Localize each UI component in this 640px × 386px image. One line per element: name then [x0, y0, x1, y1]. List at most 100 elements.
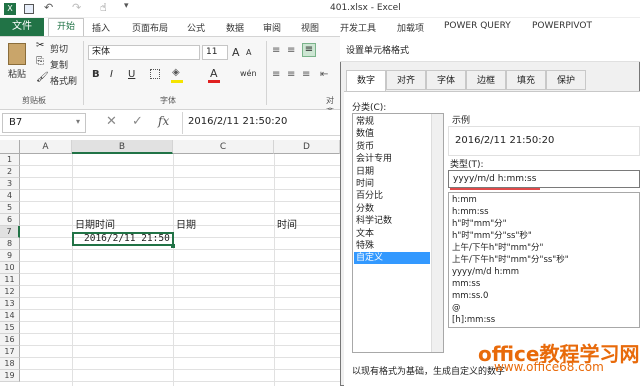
align-left-icon[interactable]: ≡ [272, 69, 280, 80]
insert-function-icon[interactable]: fx [158, 114, 169, 128]
tab-review[interactable]: 审阅 [263, 21, 281, 34]
enter-icon[interactable]: ✓ [132, 114, 143, 129]
decrease-indent-icon[interactable]: ⇤ [320, 69, 328, 80]
cell-b6[interactable]: 日期时间 [75, 220, 115, 232]
type-list-item[interactable]: h:mm [452, 194, 477, 206]
type-list-item[interactable]: 上午/下午h"时"mm"分" [452, 242, 543, 254]
phonetic-button[interactable]: wén [240, 69, 257, 78]
font-color-icon[interactable]: A [210, 67, 218, 80]
fill-handle[interactable] [171, 244, 175, 248]
cancel-icon[interactable]: ✕ [106, 114, 117, 129]
tab-data[interactable]: 数据 [226, 21, 244, 34]
row-header-8[interactable]: 8 [0, 238, 20, 250]
copy-button[interactable]: 复制 [50, 58, 68, 71]
tab-power-query[interactable]: POWER QUERY [444, 21, 511, 31]
category-item[interactable]: 时间 [354, 178, 430, 190]
paste-icon[interactable] [8, 43, 26, 65]
row-header-2[interactable]: 2 [0, 166, 20, 178]
type-list-item[interactable]: [h]:mm:ss [452, 314, 495, 326]
cell-d6[interactable]: 时间 [277, 220, 297, 232]
type-list-item[interactable]: mm:ss [452, 278, 480, 290]
undo-icon[interactable]: ↶ [44, 1, 53, 14]
row-header-3[interactable]: 3 [0, 178, 20, 190]
tab-protection[interactable]: 保护 [546, 70, 586, 90]
row-header-16[interactable]: 16 [0, 334, 20, 346]
formula-input[interactable]: 2016/2/11 21:50:20 [186, 113, 346, 133]
column-header-b[interactable]: B [72, 140, 173, 154]
row-header-13[interactable]: 13 [0, 298, 20, 310]
customize-icon[interactable]: ▾ [124, 1, 129, 11]
column-header-c[interactable]: C [173, 140, 274, 154]
row-header-15[interactable]: 15 [0, 322, 20, 334]
row-header-19[interactable]: 19 [0, 370, 20, 382]
fill-color-icon[interactable]: ◈ [172, 67, 180, 78]
tab-fill[interactable]: 填充 [506, 70, 546, 90]
border-icon[interactable] [150, 69, 160, 79]
row-header-12[interactable]: 12 [0, 286, 20, 298]
category-item[interactable]: 科学记数 [354, 215, 430, 227]
tab-font[interactable]: 字体 [426, 70, 466, 90]
category-item[interactable]: 百分比 [354, 190, 430, 202]
category-item[interactable]: 日期 [354, 166, 430, 178]
type-input[interactable]: yyyy/m/d h:mm:ss [448, 170, 640, 188]
align-middle-icon[interactable]: ≡ [287, 45, 295, 56]
tab-home[interactable]: 开始 [48, 18, 84, 36]
tab-alignment[interactable]: 对齐 [386, 70, 426, 90]
category-scrollbar[interactable] [431, 114, 443, 352]
name-box[interactable]: B7 [2, 113, 86, 133]
italic-button[interactable]: I [110, 69, 113, 80]
tab-developer[interactable]: 开发工具 [340, 21, 376, 34]
row-header-10[interactable]: 10 [0, 262, 20, 274]
tab-addins[interactable]: 加载项 [397, 21, 424, 34]
touch-icon[interactable]: ☝ [100, 1, 107, 14]
underline-button[interactable]: U [128, 69, 135, 80]
align-right-icon[interactable]: ≡ [302, 69, 310, 80]
row-header-7[interactable]: 7 [0, 226, 20, 238]
category-item[interactable]: 常规 [354, 116, 430, 128]
tab-file[interactable]: 文件 [0, 18, 44, 36]
row-header-14[interactable]: 14 [0, 310, 20, 322]
category-item[interactable]: 货币 [354, 141, 430, 153]
category-item[interactable]: 特殊 [354, 240, 430, 252]
type-list-item[interactable]: h:mm:ss [452, 206, 489, 218]
align-center-icon[interactable]: ≡ [287, 69, 295, 80]
type-list-item[interactable]: @ [452, 302, 461, 314]
tab-view[interactable]: 视图 [301, 21, 319, 34]
cut-button[interactable]: 剪切 [50, 42, 68, 55]
category-item[interactable]: 数值 [354, 128, 430, 140]
tab-page-layout[interactable]: 页面布局 [132, 21, 168, 34]
category-item[interactable]: 分数 [354, 203, 430, 215]
tab-insert[interactable]: 插入 [92, 21, 110, 34]
tab-formulas[interactable]: 公式 [187, 21, 205, 34]
type-list-item[interactable]: h"时"mm"分"ss"秒" [452, 230, 532, 242]
cell-c6[interactable]: 日期 [176, 220, 196, 232]
type-list-item[interactable]: h"时"mm"分" [452, 218, 507, 230]
row-header-18[interactable]: 18 [0, 358, 20, 370]
type-list-item[interactable]: mm:ss.0 [452, 290, 488, 302]
row-header-4[interactable]: 4 [0, 190, 20, 202]
align-top-icon[interactable]: ≡ [272, 45, 280, 56]
align-bottom-icon[interactable]: ≡ [302, 43, 316, 57]
type-list-item[interactable]: yyyy/m/d h:mm [452, 266, 519, 278]
font-grow-button[interactable]: A [232, 46, 240, 59]
save-icon[interactable] [24, 4, 34, 14]
column-header-a[interactable]: A [20, 140, 72, 154]
redo-icon[interactable]: ↷ [72, 1, 81, 14]
format-painter-button[interactable]: 格式刷 [50, 74, 77, 87]
tab-border[interactable]: 边框 [466, 70, 506, 90]
tab-powerpivot[interactable]: POWERPIVOT [532, 21, 592, 31]
row-header-6[interactable]: 6 [0, 214, 20, 226]
name-box-dropdown-icon[interactable]: ▾ [76, 117, 80, 126]
category-item[interactable]: 自定义 [354, 252, 430, 265]
tab-number[interactable]: 数字 [346, 70, 386, 92]
row-header-11[interactable]: 11 [0, 274, 20, 286]
row-header-17[interactable]: 17 [0, 346, 20, 358]
category-item[interactable]: 会计专用 [354, 153, 430, 165]
category-item[interactable]: 文本 [354, 228, 430, 240]
column-header-d[interactable]: D [274, 140, 340, 154]
bold-button[interactable]: B [92, 69, 100, 80]
font-name-combo[interactable]: 宋体 [88, 45, 200, 60]
row-header-9[interactable]: 9 [0, 250, 20, 262]
row-header-5[interactable]: 5 [0, 202, 20, 214]
select-all-corner[interactable] [0, 140, 20, 154]
